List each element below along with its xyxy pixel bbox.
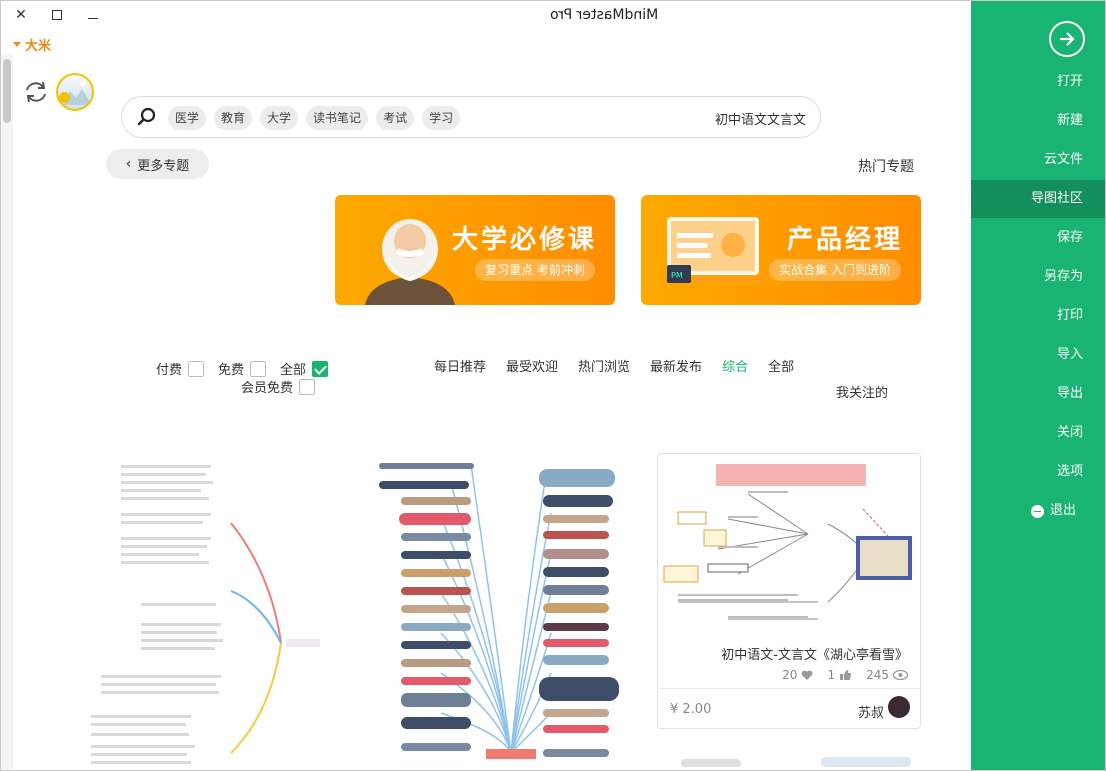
sidebar-item-import[interactable]: 导入 xyxy=(1057,336,1083,374)
sidebar-item-options[interactable]: 选项 xyxy=(1057,453,1083,491)
search-tags: 医学 教育 大学 读书笔记 考试 学习 xyxy=(168,106,461,130)
filter-paid-label: 付费 xyxy=(156,363,183,378)
window-maximize-button[interactable] xyxy=(45,5,69,25)
eye-icon xyxy=(893,670,908,680)
banner-subtitle: 复习重点 考前冲刺 xyxy=(475,259,595,281)
likes-stat: 1 xyxy=(827,668,852,682)
scrollbar-thumb[interactable] xyxy=(3,59,11,123)
search-tag[interactable]: 学习 xyxy=(422,106,461,130)
window-minimize-button[interactable] xyxy=(81,5,105,25)
search-icon[interactable] xyxy=(137,107,157,127)
likes-count: 1 xyxy=(827,668,836,682)
filter-all-checkbox[interactable] xyxy=(312,360,329,377)
banner-product-manager[interactable]: PM 产品经理 实战合集 入门到进阶 xyxy=(641,195,921,305)
tab-comprehensive[interactable]: 综合 xyxy=(722,356,748,375)
sidebar-item-close[interactable]: 关闭 xyxy=(1057,414,1083,452)
search-tag[interactable]: 医学 xyxy=(168,106,207,130)
arrow-right-icon xyxy=(1060,32,1075,46)
laptop-chart-icon: PM xyxy=(659,217,767,283)
sidebar-item-save[interactable]: 保存 xyxy=(1057,219,1083,257)
filter-member-label: 会员免费 xyxy=(241,381,294,396)
user-dropdown[interactable]: 大米 xyxy=(13,35,51,54)
filter-member-checkbox[interactable] xyxy=(299,378,316,395)
favorites-stat: 20 xyxy=(782,668,813,682)
filter-paid-checkbox[interactable] xyxy=(188,360,205,377)
vip-badge xyxy=(59,92,70,103)
thumbs-up-icon xyxy=(840,670,852,680)
template-card[interactable]: 初中语文-文言文《湖心亭看雪》 20 1 245 ¥ 2.00 苏叔 xyxy=(657,453,921,729)
sidebar-item-community[interactable]: 导图社区 xyxy=(971,180,1105,218)
price-filters: 付费 免费 全部 xyxy=(156,359,329,378)
favorites-count: 20 xyxy=(782,668,798,682)
banner-subtitle: 实战合集 入门到进阶 xyxy=(769,259,901,281)
filter-all-label: 全部 xyxy=(280,363,307,378)
author-avatar[interactable] xyxy=(888,696,910,718)
app-title: MindMaster Pro xyxy=(550,7,659,23)
heart-icon xyxy=(802,670,813,680)
chevron-left-icon: ‹ xyxy=(125,156,132,172)
sync-icon[interactable] xyxy=(23,79,49,105)
views-stat: 245 xyxy=(866,668,908,682)
scholar-portrait-icon xyxy=(365,219,455,305)
title-bar: ✕ MindMaster Pro xyxy=(1,1,971,31)
minimize-icon xyxy=(88,17,98,19)
card-author[interactable]: 苏叔 xyxy=(858,702,884,721)
search-bar[interactable]: 医学 教育 大学 读书笔记 考试 学习 初中语文文言文 xyxy=(121,96,821,138)
mindmap-thumbnail[interactable] xyxy=(81,453,321,771)
app-window: ✕ MindMaster Pro 大米 医学 教育 大学 读书笔记 考试 学习 … xyxy=(0,0,1106,771)
tab-all[interactable]: 全部 xyxy=(768,356,794,375)
banner-university-courses[interactable]: 大学必修课 复习重点 考前冲刺 xyxy=(335,195,615,305)
banner-title: 产品经理 xyxy=(786,225,903,255)
mindmap-thumbnail[interactable] xyxy=(371,453,621,771)
sidebar: 打开 新建 云文件 导图社区 保存 另存为 打印 导入 导出 关闭 选项 退出 xyxy=(971,1,1105,770)
back-button[interactable] xyxy=(1049,21,1085,57)
svg-text:PM: PM xyxy=(671,271,683,280)
user-name: 大米 xyxy=(25,39,52,54)
caret-down-icon xyxy=(13,42,21,47)
tab-daily[interactable]: 每日推荐 xyxy=(434,356,486,375)
tab-following[interactable]: 我关注的 xyxy=(836,382,888,401)
mindmap-thumbnail[interactable] xyxy=(681,753,921,771)
tab-popular[interactable]: 最受欢迎 xyxy=(506,356,558,375)
mindmap-thumbnail xyxy=(663,464,912,620)
scrollbar[interactable] xyxy=(1,55,13,770)
more-topics-button[interactable]: ‹ 更多专题 xyxy=(106,149,209,179)
banner-title: 大学必修课 xyxy=(451,225,597,255)
section-title: 热门专题 xyxy=(858,159,914,175)
sidebar-item-open[interactable]: 打开 xyxy=(1057,63,1083,101)
search-tag[interactable]: 教育 xyxy=(214,106,253,130)
tab-hot[interactable]: 热门浏览 xyxy=(578,356,630,375)
window-close-button[interactable]: ✕ xyxy=(9,5,33,25)
sidebar-item-exit[interactable]: 退出 xyxy=(1031,492,1076,530)
card-stats: 20 1 245 xyxy=(782,668,908,682)
category-tabs: 每日推荐 最受欢迎 热门浏览 最新发布 综合 全部 xyxy=(434,356,794,375)
card-divider xyxy=(658,688,920,689)
filter-free-label: 免费 xyxy=(218,363,245,378)
tab-latest[interactable]: 最新发布 xyxy=(650,356,702,375)
card-price: ¥ 2.00 xyxy=(670,702,712,717)
sidebar-item-save-as[interactable]: 另存为 xyxy=(1044,258,1083,296)
views-count: 245 xyxy=(866,668,889,682)
sidebar-item-export[interactable]: 导出 xyxy=(1057,375,1083,413)
close-icon: ✕ xyxy=(15,7,27,23)
more-topics-label: 更多专题 xyxy=(137,158,190,174)
sidebar-item-exit-label: 退出 xyxy=(1050,503,1077,518)
search-tag[interactable]: 读书笔记 xyxy=(306,106,369,130)
search-tag[interactable]: 大学 xyxy=(260,106,299,130)
exit-icon xyxy=(1031,504,1044,518)
maximize-icon xyxy=(52,10,62,20)
sidebar-item-cloud[interactable]: 云文件 xyxy=(1044,141,1083,179)
search-tag[interactable]: 考试 xyxy=(376,106,415,130)
avatar[interactable] xyxy=(56,73,94,111)
member-filter: 会员免费 xyxy=(241,377,316,396)
sidebar-item-new[interactable]: 新建 xyxy=(1057,102,1083,140)
search-input[interactable]: 初中语文文言文 xyxy=(715,109,806,128)
card-caption: 初中语文-文言文《湖心亭看雪》 xyxy=(721,648,908,663)
sidebar-item-print[interactable]: 打印 xyxy=(1057,297,1083,335)
filter-free-checkbox[interactable] xyxy=(250,360,267,377)
